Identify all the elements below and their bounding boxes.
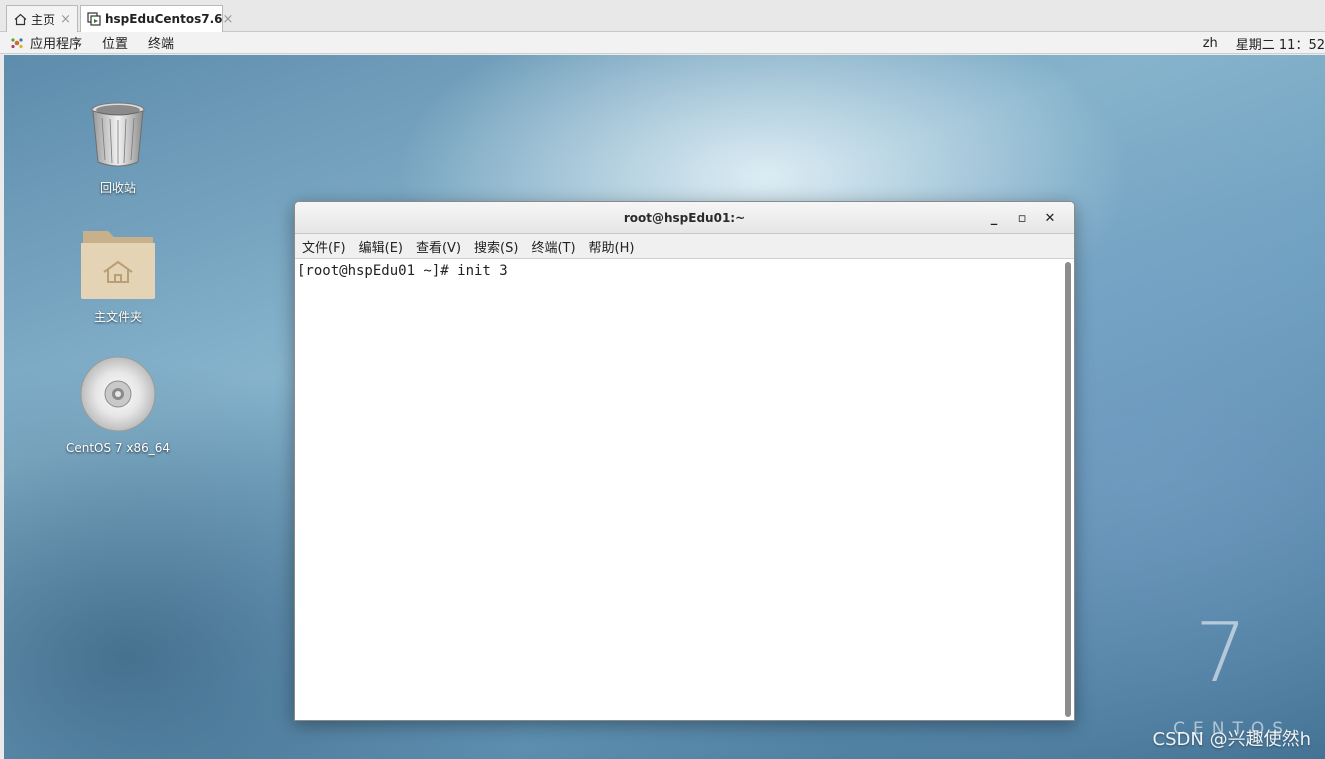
input-method-indicator[interactable]: zh: [1203, 36, 1218, 51]
host-tab-vm-label: hspEduCentos7.6: [105, 12, 223, 26]
desktop-icon-label: CentOS 7 x86_64: [65, 441, 171, 455]
home-folder-icon: [81, 231, 155, 299]
centos-brand-number: 7: [1194, 606, 1247, 701]
top-panel: 应用程序 位置 终端 zh 星期二 11：52: [0, 32, 1325, 54]
terminal-label: 终端: [148, 37, 175, 52]
minimize-icon[interactable]: _: [980, 211, 1008, 226]
terminal-menubar: 文件(F) 编辑(E) 查看(V) 搜索(S) 终端(T) 帮助(H): [295, 234, 1074, 259]
desktop-icon-trash[interactable]: 回收站: [63, 100, 173, 196]
watermark: CSDN @兴趣使然h: [1152, 729, 1311, 750]
terminal-prompt-line: [root@hspEdu01 ~]# init 3: [297, 263, 508, 279]
host-tab-strip: 主页 × hspEduCentos7.6 ×: [0, 0, 1325, 32]
menu-edit[interactable]: 编辑(E): [359, 237, 403, 256]
vm-icon: [87, 12, 101, 26]
host-tab-home[interactable]: 主页 ×: [6, 5, 78, 32]
terminal-menu[interactable]: 终端: [148, 33, 174, 52]
menu-search[interactable]: 搜索(S): [474, 237, 518, 256]
menu-view[interactable]: 查看(V): [416, 237, 461, 256]
host-tab-vm[interactable]: hspEduCentos7.6 ×: [80, 5, 233, 32]
applications-label: 应用程序: [30, 37, 83, 52]
terminal-output[interactable]: [root@hspEdu01 ~]# init 3: [295, 259, 1074, 720]
applications-menu[interactable]: 应用程序: [10, 33, 82, 52]
places-menu[interactable]: 位置: [102, 33, 128, 52]
menu-terminal[interactable]: 终端(T): [531, 237, 575, 256]
close-icon[interactable]: ✕: [1036, 211, 1064, 226]
terminal-scrollbar[interactable]: [1065, 262, 1071, 717]
menu-file[interactable]: 文件(F): [302, 237, 346, 256]
desktop-icon-home-folder[interactable]: 主文件夹: [63, 227, 173, 325]
maximize-icon[interactable]: ▫: [1008, 211, 1036, 226]
close-icon[interactable]: ×: [222, 12, 233, 27]
terminal-titlebar[interactable]: root@hspEdu01:~ _ ▫ ✕: [295, 202, 1074, 234]
disc-icon: [80, 356, 156, 432]
desktop-icon-label: 主文件夹: [93, 310, 142, 324]
terminal-window[interactable]: root@hspEdu01:~ _ ▫ ✕ 文件(F) 编辑(E) 查看(V) …: [294, 201, 1075, 721]
terminal-title: root@hspEdu01:~: [623, 210, 746, 225]
home-icon: [13, 12, 27, 26]
trash-icon: [91, 102, 145, 167]
close-icon[interactable]: ×: [60, 12, 71, 27]
applications-icon: [11, 37, 23, 48]
desktop-icon-label: 回收站: [99, 181, 136, 195]
menu-help[interactable]: 帮助(H): [589, 237, 635, 256]
desktop-icon-disc[interactable]: CentOS 7 x86_64: [63, 356, 173, 455]
host-tab-home-label: 主页: [31, 12, 56, 27]
places-label: 位置: [102, 37, 129, 52]
clock[interactable]: 星期二 11：52: [1236, 34, 1325, 53]
